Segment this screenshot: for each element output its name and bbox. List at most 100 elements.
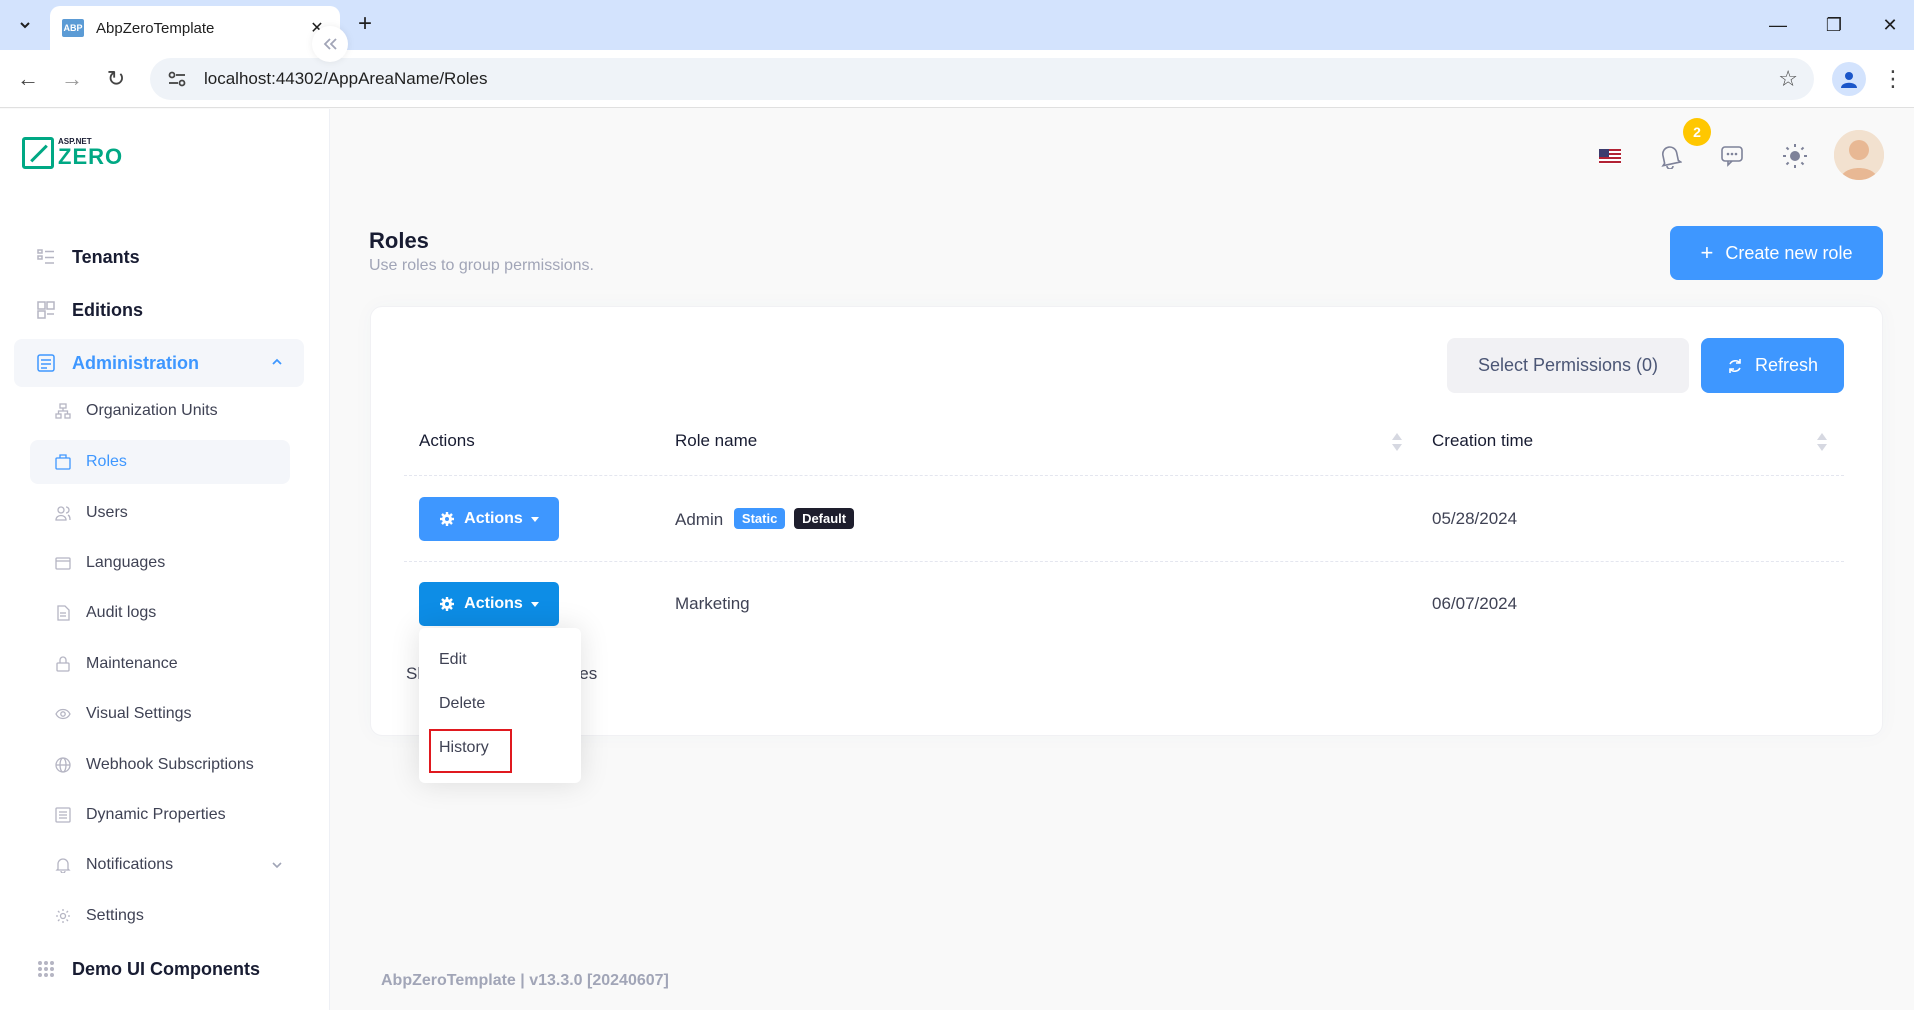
select-permissions-button[interactable]: Select Permissions (0) [1447,338,1689,393]
role-name-cell: Admin Static Default [675,508,855,530]
restore-icon[interactable]: ❐ [1814,8,1854,42]
sidebar-item-editions[interactable]: Editions [14,286,304,334]
bookmark-star-icon[interactable]: ☆ [1778,66,1798,92]
administration-icon [36,353,56,373]
sidebar-subitem-label: Visual Settings [86,705,192,722]
refresh-icon [1729,358,1741,373]
close-window-icon[interactable]: ✕ [1870,8,1910,42]
browser-tab[interactable]: ABP AbpZeroTemplate ✕ [50,6,340,50]
url-text: localhost:44302/AppAreaName/Roles [204,69,488,88]
browser-toolbar: ← → ↻ localhost:44302/AppAreaName/Roles … [0,50,1914,108]
demo-ui-icon [36,959,56,979]
sidebar-item-tenants[interactable]: Tenants [14,233,304,281]
new-tab-button[interactable]: + [350,10,380,40]
role-name: Admin [675,510,724,529]
sort-icon[interactable] [1815,431,1829,453]
role-name-cell: Marketing [675,594,750,613]
site-info-icon[interactable] [166,68,188,90]
page-subtitle: Use roles to group permissions. [369,257,594,274]
refresh-label: Refresh [1754,355,1819,375]
audit-logs-icon [54,604,72,622]
row-divider [404,561,1844,562]
chat-icon[interactable] [1712,136,1752,176]
forward-icon[interactable]: → [56,63,88,95]
notifications-bell-icon[interactable] [1650,136,1690,176]
double-chevron-left-icon [323,38,337,50]
reload-icon[interactable]: ↻ [100,63,132,95]
minimize-icon[interactable]: — [1758,8,1798,42]
sidebar-subitem-label: Users [86,504,128,521]
users-icon [54,504,72,522]
app-logo[interactable]: ASP.NET ZERO [22,137,123,169]
language-flag-icon[interactable] [1590,136,1630,176]
languages-icon [54,554,72,572]
actions-dropdown-menu: Edit Delete History [419,628,581,783]
column-header-role-name[interactable]: Role name [675,431,757,451]
sidebar-item-label: Tenants [72,246,140,267]
refresh-button[interactable]: Refresh [1701,338,1844,393]
caret-down-icon [530,601,539,607]
actions-label: Actions [464,595,523,612]
gear-icon [440,512,455,526]
sidebar-subitem-label: Audit logs [86,604,157,621]
editions-icon [36,300,56,320]
sidebar-item-dynamic-properties[interactable]: Dynamic Properties [30,793,290,837]
logo-big-text: ZERO [58,144,124,169]
theme-sun-icon[interactable] [1775,136,1815,176]
sidebar-item-demo-ui-components[interactable]: Demo UI Components [14,945,304,993]
sidebar-subitem-label: Languages [86,554,166,571]
logo-text: ASP.NET ZERO [58,138,123,168]
favicon-icon: ABP [62,19,84,37]
chevron-down-icon [20,22,30,29]
back-icon[interactable]: ← [12,63,44,95]
lock-icon [54,655,72,673]
sidebar-item-notifications[interactable]: Notifications [30,843,290,887]
page-title: Roles [369,228,429,253]
browser-menu-icon[interactable]: ⋮ [1878,62,1908,96]
sidebar-item-label: Demo UI Components [72,958,261,979]
row-divider [404,475,1844,476]
caret-down-icon [530,516,539,522]
create-new-role-label: Create new role [1725,242,1853,263]
sidebar-item-maintenance[interactable]: Maintenance [30,642,290,686]
org-units-icon [54,402,72,420]
address-bar[interactable]: localhost:44302/AppAreaName/Roles ☆ [150,58,1814,100]
roles-icon [54,453,72,471]
user-avatar[interactable] [1834,130,1884,180]
bell-icon [54,856,72,874]
tab-search-button[interactable] [10,10,40,40]
sidebar-subitem-label: Organization Units [86,402,218,419]
sidebar-item-languages[interactable]: Languages [30,541,290,585]
sidebar-item-organization-units[interactable]: Organization Units [30,389,290,433]
sidebar-subitem-label: Notifications [86,856,174,873]
gear-icon [54,907,72,925]
sidebar-item-visual-settings[interactable]: Visual Settings [30,692,290,736]
gear-icon [440,597,455,611]
highlight-box [429,729,512,773]
column-header-actions: Actions [419,431,475,450]
create-new-role-button[interactable]: + Create new role [1670,226,1883,280]
default-badge: Default [794,508,855,529]
sidebar-collapse-button[interactable] [312,26,348,62]
row-actions-button[interactable]: Actions [419,497,559,541]
sidebar-item-users[interactable]: Users [30,491,290,535]
sort-icon[interactable] [1390,431,1404,453]
globe-icon [54,756,72,774]
dropdown-item-delete[interactable]: Delete [439,695,485,713]
browser-profile-icon[interactable] [1832,62,1866,96]
eye-icon [54,705,72,723]
dropdown-item-edit[interactable]: Edit [439,651,467,669]
chevron-up-icon [268,353,286,371]
sidebar-item-administration[interactable]: Administration [14,339,304,387]
sidebar-item-webhook-subscriptions[interactable]: Webhook Subscriptions [30,743,290,787]
properties-icon [54,806,72,824]
static-badge: Static [733,508,786,529]
sidebar-item-audit-logs[interactable]: Audit logs [30,591,290,635]
sidebar-item-roles[interactable]: Roles [30,440,290,484]
sidebar-subitem-label: Webhook Subscriptions [86,756,254,773]
row-actions-button[interactable]: Actions [419,582,559,626]
sidebar-subitem-label: Dynamic Properties [86,806,226,823]
creation-time-cell: 05/28/2024 [1432,509,1518,528]
column-header-creation-time[interactable]: Creation time [1432,431,1533,451]
sidebar-item-settings[interactable]: Settings [30,894,290,938]
